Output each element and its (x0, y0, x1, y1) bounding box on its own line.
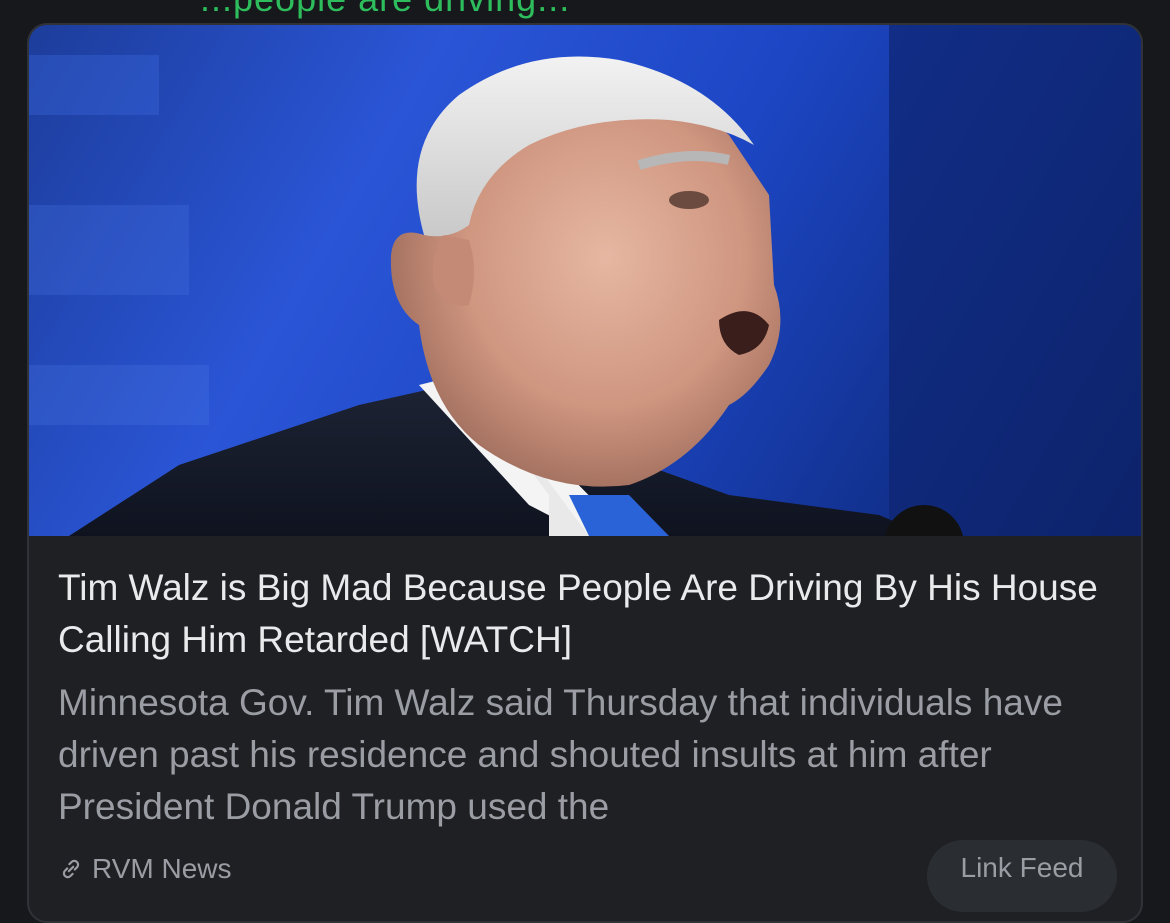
article-image[interactable] (29, 25, 1141, 536)
article-headline[interactable]: Tim Walz is Big Mad Because People Are D… (58, 562, 1118, 666)
previous-post-text: ...people are driving... (200, 0, 570, 20)
source-name: RVM News (92, 853, 232, 884)
link-preview-card[interactable]: Tim Walz is Big Mad Because People Are D… (27, 23, 1143, 923)
source-link[interactable]: RVM News (58, 853, 232, 885)
link-icon (62, 859, 80, 879)
link-feed-button[interactable]: Link Feed (927, 840, 1117, 912)
article-description: Minnesota Gov. Tim Walz said Thursday th… (58, 682, 1063, 827)
previous-post-text-clip: ...people are driving... (0, 0, 1170, 24)
